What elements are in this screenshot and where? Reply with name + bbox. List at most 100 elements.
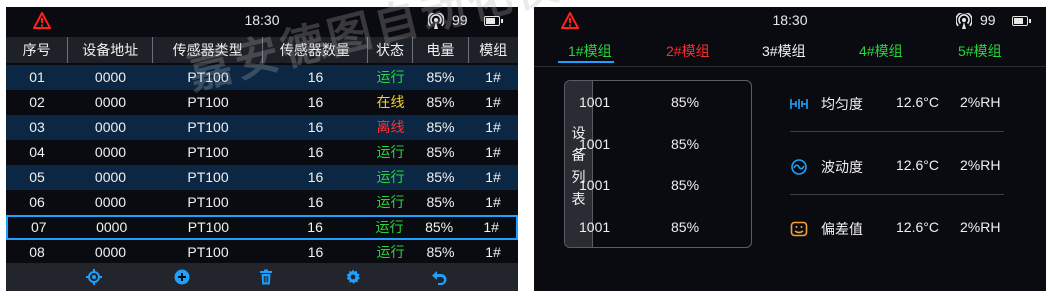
status-text: 在线 bbox=[376, 94, 405, 110]
column-header[interactable]: 设备地址 bbox=[68, 37, 154, 63]
metric-row-uniformity: 均匀度 12.6°C 2%RH bbox=[790, 91, 1006, 117]
power-level: 85% bbox=[426, 194, 455, 210]
column-header[interactable]: 传感器数量 bbox=[263, 37, 368, 63]
add-icon[interactable] bbox=[174, 269, 190, 285]
device-value: 85% bbox=[671, 219, 700, 235]
metric-temp: 12.6°C bbox=[896, 219, 939, 235]
device-address: 0000 bbox=[94, 94, 127, 110]
module-id: 1# bbox=[485, 144, 501, 160]
module-id: 1# bbox=[485, 169, 501, 185]
device-value: 85% bbox=[671, 94, 700, 110]
row-number: 03 bbox=[29, 119, 45, 135]
column-header[interactable]: 状态 bbox=[368, 37, 414, 63]
metric-rh: 2%RH bbox=[960, 157, 1001, 173]
row-number: 08 bbox=[29, 244, 45, 260]
battery-icon bbox=[484, 16, 503, 26]
status-bar: 18:30 99 bbox=[6, 7, 518, 35]
metric-temp: 12.6°C bbox=[896, 157, 939, 173]
sensor-type: PT100 bbox=[187, 194, 229, 210]
device-value: 85% bbox=[671, 177, 700, 193]
battery-percent: 99 bbox=[452, 12, 468, 28]
module-id: 1# bbox=[485, 194, 501, 210]
metric-label: 均匀度 bbox=[821, 97, 863, 113]
sensor-count: 16 bbox=[307, 144, 324, 160]
status-bar: 18:30 99 bbox=[534, 7, 1046, 35]
table-row[interactable]: 02 0000 PT100 16 在线 85% 1# bbox=[6, 90, 518, 115]
active-tab-indicator bbox=[558, 61, 614, 63]
metric-row-deviation: 偏差值 12.6°C 2%RH bbox=[790, 216, 1006, 242]
device-item[interactable]: 1001 85% bbox=[579, 136, 709, 152]
status-text: 运行 bbox=[376, 169, 405, 185]
power-level: 85% bbox=[426, 69, 455, 85]
trash-icon[interactable] bbox=[258, 269, 274, 285]
device-address: 0000 bbox=[94, 144, 127, 160]
fluctuation-icon bbox=[791, 159, 807, 175]
module-id: 1# bbox=[485, 119, 501, 135]
device-address: 0000 bbox=[94, 69, 127, 85]
table-row[interactable]: 05 0000 PT100 16 运行 85% 1# bbox=[6, 165, 518, 190]
sensor-type: PT100 bbox=[187, 94, 229, 110]
back-icon[interactable] bbox=[431, 269, 447, 285]
bottom-toolbar bbox=[6, 263, 518, 291]
power-level: 85% bbox=[426, 119, 455, 135]
device-item[interactable]: 1001 85% bbox=[579, 177, 709, 193]
status-text: 运行 bbox=[375, 219, 404, 235]
device-table: 01 0000 PT100 16 运行 85% 1# 02 0000 PT100… bbox=[6, 65, 518, 265]
module-id: 1# bbox=[485, 94, 501, 110]
sensor-count: 16 bbox=[307, 169, 324, 185]
device-address: 0000 bbox=[96, 219, 128, 235]
table-header: 序号 设备地址 传感器类型 传感器数量 状态 电量 模组 bbox=[6, 37, 518, 63]
module-detail-screen: 18:30 99 1#模组 2#模组 3#模组 4#模组 5#模组 设备列表 1… bbox=[534, 7, 1046, 291]
deviation-icon bbox=[790, 221, 808, 237]
metric-temp: 12.6°C bbox=[896, 94, 939, 110]
power-level: 85% bbox=[426, 94, 455, 110]
row-number: 04 bbox=[29, 144, 45, 160]
column-header[interactable]: 模组 bbox=[469, 37, 518, 63]
tab-module-2[interactable]: 2#模组 bbox=[666, 41, 710, 61]
status-text: 运行 bbox=[376, 244, 405, 260]
device-item[interactable]: 1001 85% bbox=[579, 94, 709, 110]
sensor-count: 16 bbox=[307, 119, 324, 135]
power-level: 85% bbox=[426, 144, 455, 160]
sensor-type: PT100 bbox=[187, 244, 229, 260]
tab-module-1[interactable]: 1#模组 bbox=[568, 41, 612, 61]
power-level: 85% bbox=[426, 169, 455, 185]
metric-row-fluctuation: 波动度 12.6°C 2%RH bbox=[790, 154, 1006, 180]
device-id: 1001 bbox=[579, 136, 611, 152]
metric-rh: 2%RH bbox=[960, 219, 1001, 235]
sensor-count: 16 bbox=[307, 94, 324, 110]
module-id: 1# bbox=[483, 219, 499, 235]
device-id: 1001 bbox=[579, 94, 611, 110]
device-id: 1001 bbox=[579, 177, 611, 193]
metric-label: 波动度 bbox=[821, 160, 863, 176]
sensor-count: 16 bbox=[307, 69, 324, 85]
tab-module-5[interactable]: 5#模组 bbox=[958, 41, 1002, 61]
table-row-selected[interactable]: 07 0000 PT100 16 运行 85% 1# bbox=[6, 215, 518, 240]
metric-divider bbox=[790, 194, 1004, 195]
sensor-type: PT100 bbox=[187, 144, 229, 160]
table-row[interactable]: 01 0000 PT100 16 运行 85% 1# bbox=[6, 65, 518, 90]
battery-percent: 99 bbox=[980, 12, 996, 28]
device-address: 0000 bbox=[94, 169, 127, 185]
signal-icon bbox=[428, 13, 444, 29]
locate-icon[interactable] bbox=[86, 269, 102, 285]
column-header[interactable]: 传感器类型 bbox=[153, 37, 263, 63]
column-header[interactable]: 序号 bbox=[6, 37, 69, 63]
table-row[interactable]: 08 0000 PT100 16 运行 85% 1# bbox=[6, 240, 518, 265]
device-item[interactable]: 1001 85% bbox=[579, 219, 709, 235]
device-address: 0000 bbox=[94, 119, 127, 135]
gear-icon[interactable] bbox=[345, 269, 361, 285]
row-number: 02 bbox=[29, 94, 45, 110]
power-level: 85% bbox=[425, 219, 454, 235]
tab-module-4[interactable]: 4#模组 bbox=[859, 41, 903, 61]
table-row[interactable]: 04 0000 PT100 16 运行 85% 1# bbox=[6, 140, 518, 165]
row-number: 01 bbox=[29, 69, 45, 85]
device-table-screen: 18:30 99 序号 设备地址 传感器类型 传感器数量 状态 电量 模组 01… bbox=[6, 7, 518, 291]
status-text: 离线 bbox=[376, 119, 405, 135]
table-row[interactable]: 03 0000 PT100 16 离线 85% 1# bbox=[6, 115, 518, 140]
column-header[interactable]: 电量 bbox=[413, 37, 469, 63]
uniformity-icon bbox=[790, 99, 808, 109]
tab-module-3[interactable]: 3#模组 bbox=[762, 41, 806, 61]
table-row[interactable]: 06 0000 PT100 16 运行 85% 1# bbox=[6, 190, 518, 215]
sensor-count: 16 bbox=[307, 244, 324, 260]
